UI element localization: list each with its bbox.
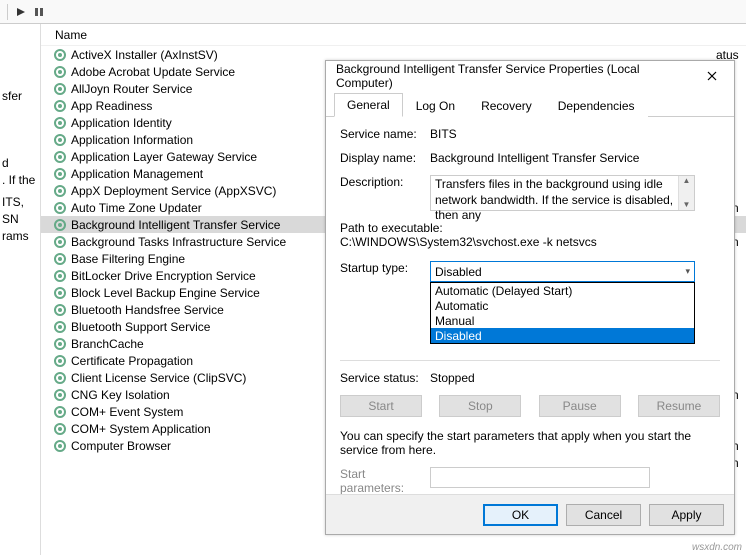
combo-option[interactable]: Automatic [431,298,694,313]
gear-icon [53,116,67,130]
service-name: Base Filtering Engine [71,252,185,266]
chevron-down-icon: ▾ [685,266,690,277]
service-name: Certificate Propagation [71,354,193,368]
value-display-name: Background Intelligent Transfer Service [430,151,720,165]
gear-icon [53,405,67,419]
label-path: Path to executable: [340,221,720,235]
description-textbox[interactable]: Transfers files in the background using … [430,175,695,211]
gear-icon [53,201,67,215]
gear-icon [53,388,67,402]
service-name: COM+ System Application [71,422,211,436]
ok-button[interactable]: OK [483,504,558,526]
service-name: BitLocker Drive Encryption Service [71,269,256,283]
service-name: Application Information [71,133,193,147]
label-service-name: Service name: [340,127,430,141]
tab-dependencies[interactable]: Dependencies [545,94,648,117]
pause-stop-icon[interactable] [31,4,47,20]
description-scrollbar[interactable]: ▲▼ [678,176,694,210]
start-parameters-input[interactable] [430,467,650,488]
service-name: COM+ Event System [71,405,183,419]
gear-icon [53,269,67,283]
service-name: Bluetooth Handsfree Service [71,303,224,317]
dialog-title: Background Intelligent Transfer Service … [336,62,698,90]
tab-general[interactable]: General [334,93,403,117]
gear-icon [53,218,67,232]
tab-recovery[interactable]: Recovery [468,94,545,117]
gear-icon [53,354,67,368]
gear-icon [53,286,67,300]
combo-option-selected[interactable]: Disabled [431,328,694,343]
close-icon[interactable] [698,66,726,86]
pause-button[interactable]: Pause [539,395,621,417]
service-name: BranchCache [71,337,144,351]
play-icon[interactable] [13,4,29,20]
left-description-fragment: sfer d . If the ITS, SN rams [0,24,40,555]
watermark: wsxdn.com [692,542,742,553]
service-name: Block Level Backup Engine Service [71,286,260,300]
value-path: C:\WINDOWS\System32\svchost.exe -k netsv… [340,235,720,249]
service-name: Adobe Acrobat Update Service [71,65,235,79]
service-properties-dialog: Background Intelligent Transfer Service … [325,60,735,535]
gear-icon [53,99,67,113]
start-button[interactable]: Start [340,395,422,417]
label-description: Description: [340,175,430,189]
gear-icon [53,337,67,351]
label-display-name: Display name: [340,151,430,165]
tab-logon[interactable]: Log On [403,94,468,117]
apply-button[interactable]: Apply [649,504,724,526]
service-name: Background Intelligent Transfer Service [71,218,280,232]
service-name: AllJoyn Router Service [71,82,192,96]
gear-icon [53,48,67,62]
gear-icon [53,184,67,198]
service-name: Application Identity [71,116,172,130]
service-name: Application Management [71,167,203,181]
value-service-status: Stopped [430,371,720,385]
gear-icon [53,167,67,181]
gear-icon [53,320,67,334]
gear-icon [53,65,67,79]
dialog-tabs: General Log On Recovery Dependencies [326,93,734,117]
gear-icon [53,82,67,96]
stop-button[interactable]: Stop [439,395,521,417]
service-name: ActiveX Installer (AxInstSV) [71,48,218,62]
cancel-button[interactable]: Cancel [566,504,641,526]
gear-icon [53,439,67,453]
column-header-name[interactable]: Name [41,24,746,46]
gear-icon [53,252,67,266]
toolbar [0,0,746,24]
combo-option[interactable]: Automatic (Delayed Start) [431,283,694,298]
label-start-parameters: Start parameters: [340,467,430,495]
resume-button[interactable]: Resume [638,395,720,417]
startup-type-dropdown-list[interactable]: Automatic (Delayed Start) Automatic Manu… [430,282,695,344]
gear-icon [53,133,67,147]
gear-icon [53,150,67,164]
startup-type-combobox[interactable]: Disabled ▾ [430,261,695,282]
gear-icon [53,422,67,436]
params-hint: You can specify the start parameters tha… [340,429,720,457]
gear-icon [53,235,67,249]
gear-icon [53,303,67,317]
gear-icon [53,371,67,385]
service-name: Application Layer Gateway Service [71,150,257,164]
service-name: Background Tasks Infrastructure Service [71,235,286,249]
label-startup-type: Startup type: [340,261,430,275]
service-name: Auto Time Zone Updater [71,201,202,215]
combo-option[interactable]: Manual [431,313,694,328]
value-service-name: BITS [430,127,720,141]
label-service-status: Service status: [340,371,430,385]
service-name: Client License Service (ClipSVC) [71,371,246,385]
service-name: AppX Deployment Service (AppXSVC) [71,184,276,198]
service-name: Bluetooth Support Service [71,320,210,334]
service-name: CNG Key Isolation [71,388,170,402]
service-name: App Readiness [71,99,152,113]
service-name: Computer Browser [71,439,171,453]
